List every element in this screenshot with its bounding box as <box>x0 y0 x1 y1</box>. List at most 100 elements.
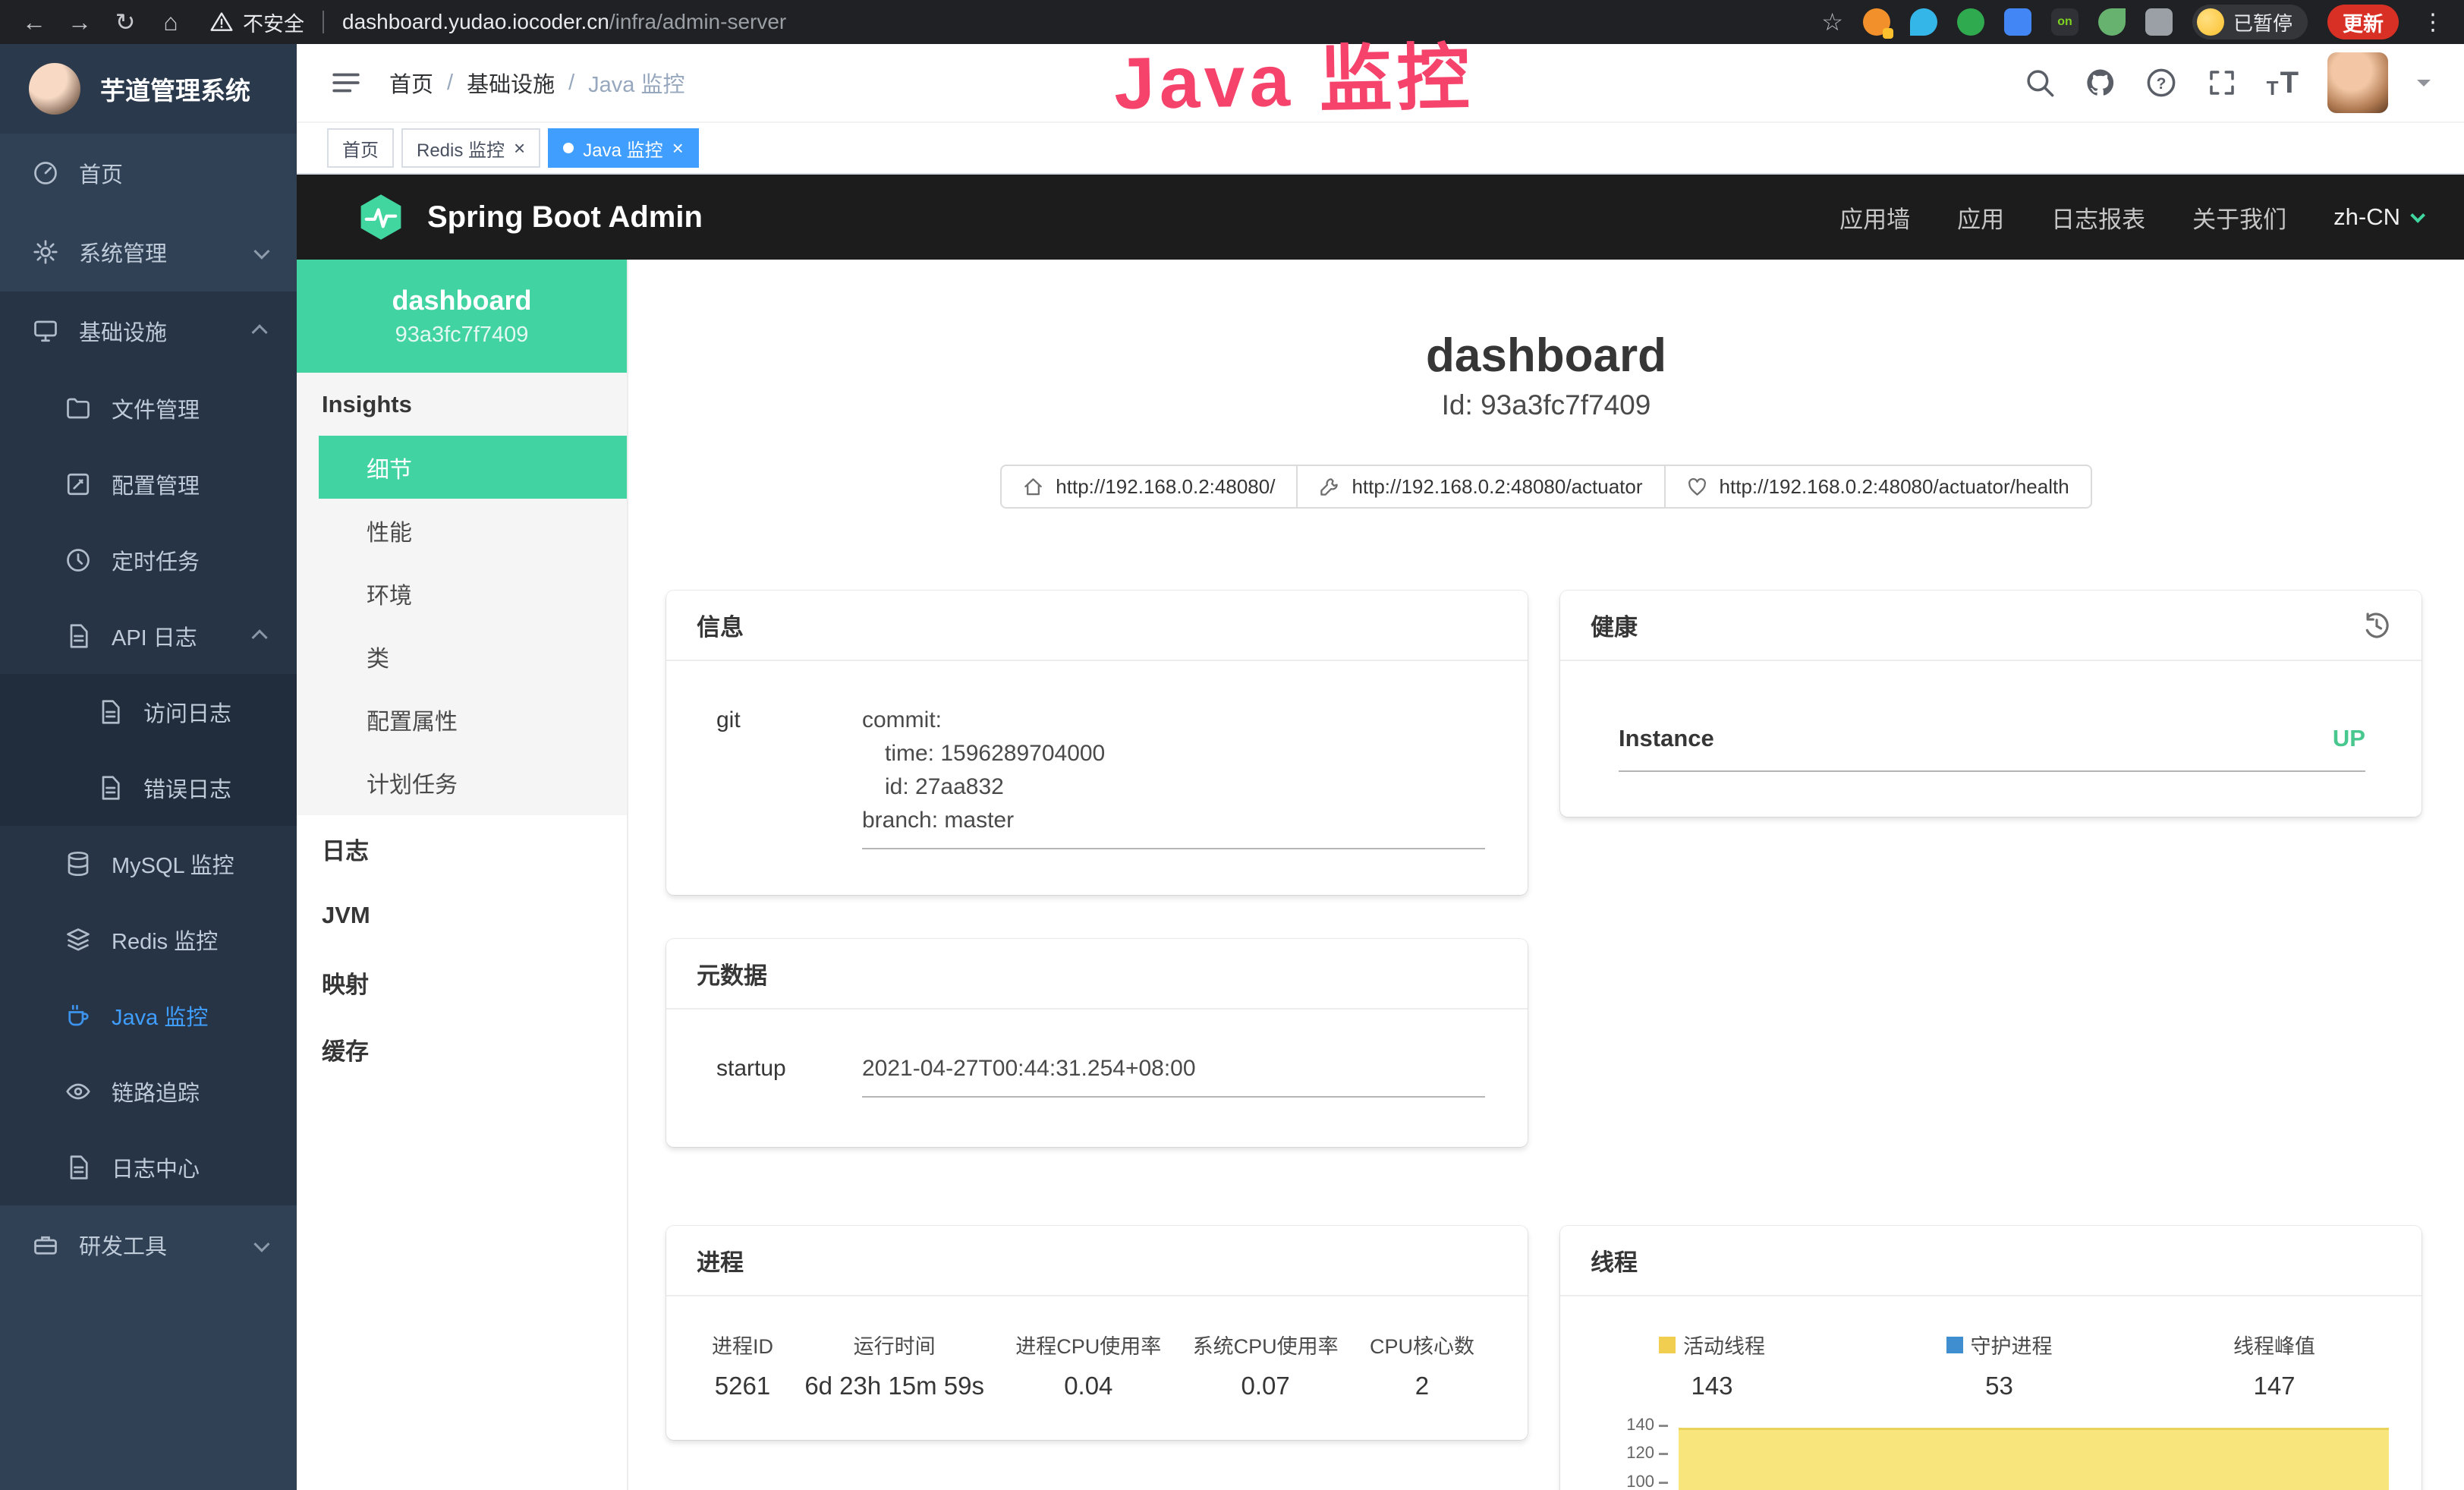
info-value: commit: time: 1596289704000 id: 27aa832 … <box>862 704 1485 849</box>
sidebar-item-config-management[interactable]: 配置管理 <box>0 446 297 522</box>
extension-icon-5[interactable]: on <box>2051 8 2079 36</box>
warning-icon <box>209 10 234 34</box>
legend-live-threads: 活动线程 143 <box>1659 1330 1765 1400</box>
sba-nav-wallboard[interactable]: 应用墙 <box>1839 200 1910 235</box>
instance-sidebar: dashboard 93a3fc7f7409 Insights 细节 性能 环境… <box>297 260 628 1490</box>
breadcrumb-home[interactable]: 首页 <box>389 67 433 99</box>
app-title: 芋道管理系统 <box>100 71 250 107</box>
service-url-link[interactable]: http://192.168.0.2:48080/ <box>1000 465 1298 509</box>
breadcrumb-infrastructure[interactable]: 基础设施 <box>467 67 555 99</box>
spring-boot-admin-logo <box>356 192 406 242</box>
threads-card: 线程 活动线程 143 守护进程 53 <box>1560 1226 2422 1490</box>
health-row[interactable]: Instance UP <box>1619 722 2365 755</box>
github-icon[interactable] <box>2085 67 2116 99</box>
instance-links: http://192.168.0.2:48080/ http://192.168… <box>628 465 2464 509</box>
history-icon[interactable] <box>2362 611 2391 640</box>
tab-home[interactable]: 首页 <box>327 128 394 168</box>
sba-nav-applications[interactable]: 应用 <box>1957 200 2004 235</box>
tab-java-monitor[interactable]: Java 监控 × <box>548 128 699 168</box>
search-icon[interactable] <box>2024 67 2056 99</box>
extension-icon-2[interactable] <box>1910 8 1937 36</box>
legend-peak-threads: 线程峰值 147 <box>2233 1330 2315 1400</box>
health-url-link[interactable]: http://192.168.0.2:48080/actuator/health <box>1664 465 2092 509</box>
bookmark-star-icon[interactable]: ☆ <box>1821 8 1843 36</box>
card-title: 信息 <box>697 608 744 642</box>
chrome-update-button[interactable]: 更新 <box>2327 5 2399 39</box>
extensions-puzzle-icon[interactable] <box>2145 8 2173 36</box>
font-size-icon[interactable]: TT <box>2267 66 2299 100</box>
sba-locale-select[interactable]: zh-CN <box>2333 203 2422 231</box>
link-label: http://192.168.0.2:48080/actuator <box>1352 475 1642 499</box>
chrome-menu-icon[interactable]: ⋮ <box>2418 9 2447 36</box>
sidebar-item-trace[interactable]: 链路追踪 <box>0 1054 297 1129</box>
sidebar-item-home[interactable]: 首页 <box>0 134 297 213</box>
extension-icon-3[interactable] <box>1957 8 1984 36</box>
sidebar-item-java-monitor[interactable]: Java 监控 <box>0 978 297 1054</box>
extension-icon-1[interactable] <box>1863 8 1890 36</box>
sidebar-item-label: 系统管理 <box>79 236 167 268</box>
browser-home-button[interactable]: ⌂ <box>153 0 188 44</box>
cards-grid: 信息 git commit: time: 1596289704000 id: 2… <box>628 509 2464 1490</box>
browser-back-button[interactable]: ← <box>17 0 52 44</box>
sidebar-item-error-logs[interactable]: 错误日志 <box>0 750 297 826</box>
sidebar-item-mysql-monitor[interactable]: MySQL 监控 <box>0 826 297 902</box>
sba-nav-about[interactable]: 关于我们 <box>2192 200 2286 235</box>
sidebar-item-log-center[interactable]: 日志中心 <box>0 1129 297 1205</box>
menu-mappings[interactable]: 映射 <box>297 949 627 1016</box>
wrench-icon <box>1319 477 1339 497</box>
browser-forward-button[interactable]: → <box>62 0 97 44</box>
menu-caches[interactable]: 缓存 <box>297 1016 627 1082</box>
instance-header[interactable]: dashboard 93a3fc7f7409 <box>297 260 627 373</box>
hamburger-icon[interactable] <box>330 67 362 99</box>
sidebar-item-label: Redis 监控 <box>112 924 218 956</box>
help-icon[interactable] <box>2145 67 2177 99</box>
sba-nav-journal[interactable]: 日志报表 <box>2051 200 2145 235</box>
sidebar-item-file-management[interactable]: 文件管理 <box>0 370 297 446</box>
stat-value: 0.04 <box>1015 1372 1161 1400</box>
on-label: on <box>2057 15 2072 29</box>
menu-config-properties[interactable]: 配置属性 <box>297 688 627 751</box>
close-icon[interactable]: × <box>514 138 525 158</box>
insights-group-label: Insights <box>297 373 627 436</box>
legend-label: 守护进程 <box>1971 1330 2053 1359</box>
sidebar-item-redis-monitor[interactable]: Redis 监控 <box>0 902 297 978</box>
menu-jvm[interactable]: JVM <box>297 882 627 949</box>
menu-details[interactable]: 细节 <box>319 436 627 499</box>
document-icon <box>96 698 124 726</box>
menu-environment[interactable]: 环境 <box>297 562 627 625</box>
sidebar-item-label: MySQL 监控 <box>112 848 234 880</box>
layers-icon <box>65 926 92 953</box>
tab-redis-monitor[interactable]: Redis 监控 × <box>401 128 540 168</box>
menu-classes[interactable]: 类 <box>297 625 627 688</box>
metadata-value-text: 2021-04-27T00:44:31.254+08:00 <box>862 1052 1485 1085</box>
sidebar-item-label: 错误日志 <box>143 772 231 804</box>
sidebar-item-dev-tools[interactable]: 研发工具 <box>0 1205 297 1284</box>
menu-scheduled-tasks[interactable]: 计划任务 <box>297 751 627 814</box>
app-logo[interactable]: 芋道管理系统 <box>0 44 297 134</box>
stat-value: 0.07 <box>1193 1372 1339 1400</box>
close-icon[interactable]: × <box>672 138 684 158</box>
fullscreen-icon[interactable] <box>2206 67 2238 99</box>
user-avatar[interactable] <box>2327 52 2388 113</box>
sidebar-item-label: 文件管理 <box>112 392 200 424</box>
menu-metrics[interactable]: 性能 <box>297 499 627 562</box>
sidebar-item-system-management[interactable]: 系统管理 <box>0 213 297 291</box>
chevron-down-icon <box>253 1236 269 1252</box>
sidebar-item-infrastructure[interactable]: 基础设施 <box>0 291 297 370</box>
sidebar-item-api-logs[interactable]: API 日志 <box>0 598 297 674</box>
chevron-down-icon[interactable] <box>2417 80 2431 93</box>
metadata-value: 2021-04-27T00:44:31.254+08:00 <box>862 1052 1485 1098</box>
sba-brand[interactable]: Spring Boot Admin <box>427 200 703 235</box>
instance-details: dashboard Id: 93a3fc7f7409 http://192.16… <box>628 260 2464 1490</box>
address-bar[interactable]: dashboard.yudao.iocoder.cn/infra/admin-s… <box>342 10 786 34</box>
menu-logs[interactable]: 日志 <box>297 815 627 882</box>
browser-reload-button[interactable]: ↻ <box>108 0 143 44</box>
profile-button[interactable]: 已暂停 <box>2192 5 2308 39</box>
actuator-url-link[interactable]: http://192.168.0.2:48080/actuator <box>1296 465 1665 509</box>
extension-icon-6[interactable] <box>2098 8 2126 36</box>
extension-icon-4[interactable] <box>2004 8 2031 36</box>
site-security-chip[interactable]: 不安全 <box>209 8 304 37</box>
sidebar-item-access-logs[interactable]: 访问日志 <box>0 674 297 750</box>
legend-value: 143 <box>1659 1372 1765 1400</box>
sidebar-item-scheduled-jobs[interactable]: 定时任务 <box>0 522 297 598</box>
